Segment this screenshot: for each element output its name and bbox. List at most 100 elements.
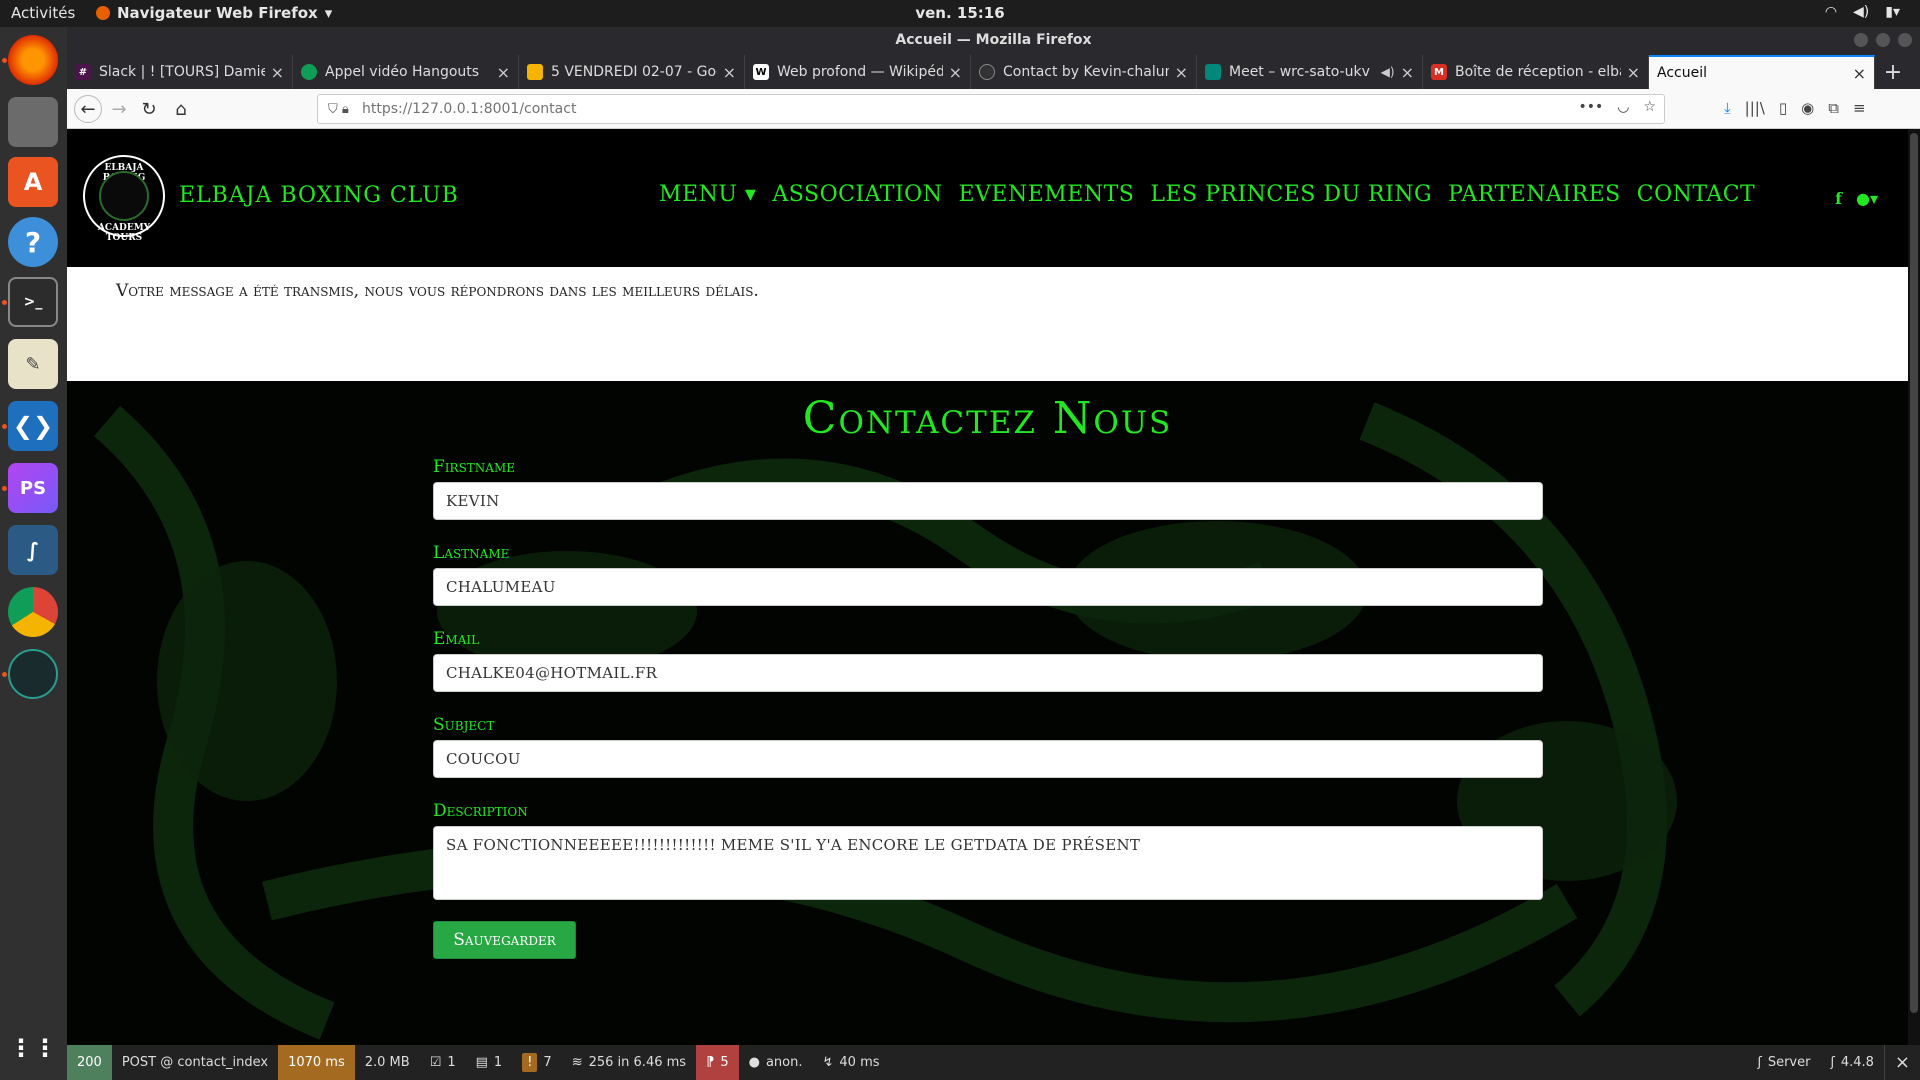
account-icon[interactable]: ◉ xyxy=(1801,99,1814,117)
nav-princes-du-ring[interactable]: LES PRINCES DU RING xyxy=(1150,182,1432,207)
forward-button[interactable]: → xyxy=(107,97,131,121)
tab-wikipedia[interactable]: W Web profond — Wikipédi × xyxy=(745,55,971,89)
window-controls xyxy=(1854,33,1912,47)
sf-forms[interactable]: ☑ 1 xyxy=(420,1045,466,1080)
gitkraken-dock-icon[interactable] xyxy=(8,649,58,699)
firefox-icon xyxy=(96,6,110,20)
tab-close-icon[interactable]: × xyxy=(497,63,510,82)
software-dock-icon[interactable]: A xyxy=(8,157,58,207)
chrome-dock-icon[interactable] xyxy=(8,587,58,637)
tab-meet[interactable]: Meet – wrc-sato-ukv ◀) × xyxy=(1197,55,1423,89)
activities-button[interactable]: Activités xyxy=(11,4,75,22)
sf-doctrine[interactable]: ≋ 256 in 6.46 ms xyxy=(562,1045,696,1080)
description-textarea[interactable]: SA FONCTIONNEEEEE!!!!!!!!!!!!! MEME S'IL… xyxy=(433,826,1543,900)
url-host: https://127.0.0.1 xyxy=(362,101,479,117)
site-brand[interactable]: ELBAJA BOXING CLUB xyxy=(179,183,459,208)
url-text[interactable]: https://127.0.0.1:8001/contact xyxy=(362,101,576,117)
tab-close-icon[interactable]: × xyxy=(1401,63,1414,82)
sf-security[interactable]: ● anon. xyxy=(739,1045,813,1080)
library-icon[interactable]: |||\ xyxy=(1745,99,1765,117)
sf-request[interactable]: POST @ contact_index xyxy=(112,1045,278,1080)
sf-logs[interactable]: ! 7 xyxy=(512,1045,562,1080)
window-title: Accueil — Mozilla Firefox xyxy=(895,32,1092,48)
tab-gmail[interactable]: M Boîte de réception - elba × xyxy=(1423,55,1649,89)
sf-db-stats: 256 in 6.46 ms xyxy=(588,1055,687,1070)
sf-validator[interactable]: ▤ 1 xyxy=(466,1045,513,1080)
lock-icon[interactable]: ⛉ 🔒︎ xyxy=(328,102,362,117)
page-scrollbar[interactable] xyxy=(1908,129,1920,1045)
user-icon[interactable]: ●▾ xyxy=(1856,189,1878,208)
warning-icon: ! xyxy=(522,1053,538,1072)
reload-button[interactable]: ↻ xyxy=(137,97,161,121)
nav-association[interactable]: ASSOCIATION xyxy=(772,182,942,207)
tab-github[interactable]: Contact by Kevin-chalum × xyxy=(971,55,1197,89)
facebook-icon[interactable]: f xyxy=(1835,189,1842,208)
nav-menu-dropdown[interactable]: MENU ▾ xyxy=(659,182,756,207)
new-tab-button[interactable]: + xyxy=(1875,55,1911,89)
firstname-field[interactable]: KEVIN xyxy=(433,482,1543,520)
text-editor-dock-icon[interactable]: ✎ xyxy=(8,339,58,389)
ubuntu-dock: A ? >_ ✎ ❮❯ PS ∫ ⋮⋮ xyxy=(0,27,67,1080)
tab-close-icon[interactable]: × xyxy=(271,63,284,82)
close-icon[interactable] xyxy=(1898,33,1912,47)
tab-slack[interactable]: # Slack | ! [TOURS] Damien × xyxy=(67,55,293,89)
save-button[interactable]: Sauvegarder xyxy=(433,921,576,959)
downloads-icon[interactable]: ⤓ xyxy=(1724,99,1731,117)
subject-field[interactable]: COUCOU xyxy=(433,740,1543,778)
sf-version[interactable]: ʃ 4.4.8 xyxy=(1820,1045,1883,1080)
hamburger-menu-icon[interactable]: ≡ xyxy=(1853,99,1866,117)
sf-forms-count: 1 xyxy=(447,1055,456,1070)
boxer-icon xyxy=(99,171,149,221)
sf-translation[interactable]: ⁋ 5 xyxy=(696,1045,739,1080)
mysql-workbench-dock-icon[interactable]: ∫ xyxy=(8,525,58,575)
tab-close-icon[interactable]: × xyxy=(1853,64,1866,83)
tab-google-slides[interactable]: 5 VENDREDI 02-07 - Goo × xyxy=(519,55,745,89)
help-dock-icon[interactable]: ? xyxy=(8,217,58,267)
sf-memory[interactable]: 2.0 MB xyxy=(355,1045,420,1080)
vscode-dock-icon[interactable]: ❮❯ xyxy=(8,401,58,451)
slack-icon: # xyxy=(75,64,91,80)
url-bar[interactable]: ⛉ 🔒︎ https://127.0.0.1:8001/contact ••• … xyxy=(317,94,1665,124)
phpstorm-dock-icon[interactable]: PS xyxy=(8,463,58,513)
running-indicator xyxy=(2,424,7,429)
speaker-icon[interactable]: ◀) xyxy=(1381,65,1395,79)
tab-close-icon[interactable]: × xyxy=(723,63,736,82)
nav-contact[interactable]: CONTACT xyxy=(1637,182,1755,207)
tab-close-icon[interactable]: × xyxy=(1175,63,1188,82)
tab-strip: # Slack | ! [TOURS] Damien × Appel vidéo… xyxy=(67,55,1920,89)
page-actions-icon[interactable]: ••• xyxy=(1578,99,1603,115)
maximize-icon[interactable] xyxy=(1876,33,1890,47)
clock[interactable]: ven. 15:16 xyxy=(915,4,1004,22)
email-label: Email xyxy=(433,629,480,649)
show-applications-icon[interactable]: ⋮⋮ xyxy=(8,1023,58,1073)
terminal-dock-icon[interactable]: >_ xyxy=(8,277,58,327)
tab-close-icon[interactable]: × xyxy=(949,63,962,82)
sf-close-button[interactable]: × xyxy=(1883,1045,1920,1080)
bookmark-star-icon[interactable]: ☆ xyxy=(1643,99,1656,115)
pocket-icon[interactable]: ◡ xyxy=(1617,99,1629,115)
tab-hangouts[interactable]: Appel vidéo Hangouts × xyxy=(293,55,519,89)
scrollbar-thumb[interactable] xyxy=(1910,133,1918,1013)
sf-events[interactable]: ↯ 40 ms xyxy=(813,1045,890,1080)
nav-partenaires[interactable]: PARTENAIRES xyxy=(1448,182,1621,207)
sidebar-icon[interactable]: ▯ xyxy=(1779,99,1787,117)
app-menu[interactable]: Navigateur Web Firefox ▾ xyxy=(96,4,332,22)
user-icon: ● xyxy=(748,1055,760,1070)
files-dock-icon[interactable] xyxy=(8,97,58,147)
tab-close-icon[interactable]: × xyxy=(1627,63,1640,82)
extensions-icon[interactable]: ⧉ xyxy=(1828,99,1839,117)
url-actions: ••• ◡ ☆ xyxy=(1578,99,1656,115)
sf-server[interactable]: ʃ Server xyxy=(1747,1045,1820,1080)
sf-status-code[interactable]: 200 xyxy=(67,1045,112,1080)
tab-accueil[interactable]: Accueil × xyxy=(1649,55,1875,89)
system-tray[interactable]: ◠ ◀) ▮▾ xyxy=(1825,4,1900,20)
club-logo[interactable]: ELBAJA BOXING ACADEMY TOURS xyxy=(83,155,165,243)
firefox-dock-icon[interactable] xyxy=(8,35,58,85)
nav-evenements[interactable]: EVENEMENTS xyxy=(958,182,1134,207)
sf-time[interactable]: 1070 ms xyxy=(278,1045,355,1080)
lastname-field[interactable]: CHALUMEAU xyxy=(433,568,1543,606)
email-field[interactable]: CHALKE04@HOTMAIL.FR xyxy=(433,654,1543,692)
back-button[interactable]: ← xyxy=(74,95,102,123)
minimize-icon[interactable] xyxy=(1854,33,1868,47)
home-button[interactable]: ⌂ xyxy=(169,97,193,121)
